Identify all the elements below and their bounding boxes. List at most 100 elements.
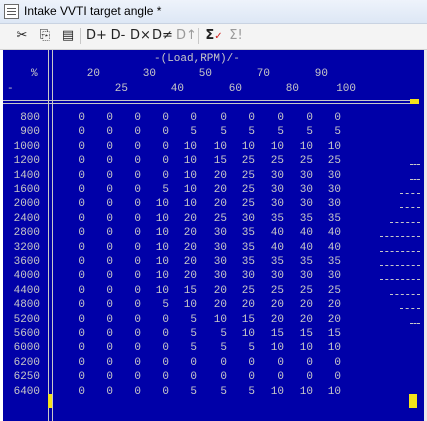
table-cell[interactable]: 25 [240, 285, 255, 298]
copy-icon[interactable]: ⎘ [35, 26, 55, 46]
table-cell[interactable]: 5 [182, 126, 197, 139]
table-cell[interactable]: 0 [154, 155, 169, 168]
table-cell[interactable]: 10 [154, 198, 169, 211]
table-cell[interactable]: 25 [240, 155, 255, 168]
table-cell[interactable]: 0 [298, 357, 313, 370]
table-cell[interactable]: 20 [212, 285, 227, 298]
table-cell[interactable]: 20 [212, 184, 227, 197]
table-cell[interactable]: 20 [326, 299, 341, 312]
table-cell[interactable]: 25 [212, 213, 227, 226]
table-cell[interactable]: 35 [298, 256, 313, 269]
table-cell[interactable]: 0 [126, 141, 141, 154]
table-cell[interactable]: 0 [298, 371, 313, 384]
table-cell[interactable]: 0 [154, 357, 169, 370]
table-cell[interactable]: 0 [126, 170, 141, 183]
table-cell[interactable]: 10 [269, 342, 284, 355]
table-cell[interactable]: 0 [240, 357, 255, 370]
table-cell[interactable]: 5 [154, 299, 169, 312]
table-cell[interactable]: 20 [240, 299, 255, 312]
table-cell[interactable]: 20 [298, 299, 313, 312]
table-cell[interactable]: 0 [240, 371, 255, 384]
table-cell[interactable]: 0 [326, 357, 341, 370]
table-cell[interactable]: 0 [154, 328, 169, 341]
table-cell[interactable]: 0 [126, 242, 141, 255]
table-cell[interactable]: 5 [212, 342, 227, 355]
table-cell[interactable]: 30 [269, 170, 284, 183]
table-cell[interactable]: 0 [212, 357, 227, 370]
table-cell[interactable]: 40 [326, 227, 341, 240]
table-cell[interactable]: 0 [70, 328, 85, 341]
table-cell[interactable]: 20 [269, 314, 284, 327]
table-cell[interactable]: 10 [298, 342, 313, 355]
table-cell[interactable]: 35 [269, 256, 284, 269]
table-cell[interactable]: 20 [182, 256, 197, 269]
table-cell[interactable]: 15 [182, 285, 197, 298]
table-cell[interactable]: 0 [98, 213, 113, 226]
table-cell[interactable]: 30 [269, 198, 284, 211]
table-cell[interactable]: 40 [298, 242, 313, 255]
table-cell[interactable]: 0 [98, 256, 113, 269]
table-cell[interactable]: 30 [326, 198, 341, 211]
table-cell[interactable]: 10 [154, 213, 169, 226]
table-cell[interactable]: 0 [182, 357, 197, 370]
table-cell[interactable]: 15 [269, 328, 284, 341]
table-cell[interactable]: 0 [70, 256, 85, 269]
table-cell[interactable]: 5 [182, 314, 197, 327]
table-cell[interactable]: 0 [98, 242, 113, 255]
table-cell[interactable]: 25 [240, 184, 255, 197]
table-cell[interactable]: 0 [182, 371, 197, 384]
table-cell[interactable]: 30 [212, 270, 227, 283]
scroll-marker[interactable] [410, 99, 419, 104]
table-cell[interactable]: 40 [269, 242, 284, 255]
table-cell[interactable]: 0 [70, 285, 85, 298]
table-cell[interactable]: 40 [298, 227, 313, 240]
table-cell[interactable]: 0 [70, 270, 85, 283]
table-cell[interactable]: 25 [269, 285, 284, 298]
table-cell[interactable]: 0 [126, 270, 141, 283]
table-cell[interactable]: 35 [269, 213, 284, 226]
table-cell[interactable]: 0 [70, 386, 85, 399]
delete-row-icon[interactable]: D- [108, 26, 128, 46]
table-cell[interactable]: 0 [126, 285, 141, 298]
paste-icon[interactable]: ▤ [58, 26, 78, 46]
table-cell[interactable]: 30 [212, 242, 227, 255]
table-cell[interactable]: 30 [326, 270, 341, 283]
table-cell[interactable]: 0 [98, 170, 113, 183]
table-cell[interactable]: 0 [70, 227, 85, 240]
table-cell[interactable]: 30 [298, 184, 313, 197]
table-cell[interactable]: 0 [70, 357, 85, 370]
table-cell[interactable]: 10 [182, 198, 197, 211]
table-cell[interactable]: 30 [212, 227, 227, 240]
table-cell[interactable]: 25 [298, 285, 313, 298]
table-cell[interactable]: 25 [298, 155, 313, 168]
table-cell[interactable]: 10 [298, 141, 313, 154]
table-cell[interactable]: 0 [98, 112, 113, 125]
table-cell[interactable]: 5 [212, 126, 227, 139]
table-cell[interactable]: 0 [154, 386, 169, 399]
table-cell[interactable]: 20 [212, 198, 227, 211]
insert-row-icon[interactable]: D+ [86, 26, 107, 46]
table-cell[interactable]: 0 [126, 184, 141, 197]
table-cell[interactable]: 30 [298, 198, 313, 211]
table-cell[interactable]: 0 [70, 371, 85, 384]
table-cell[interactable]: 0 [154, 112, 169, 125]
table-cell[interactable]: 0 [98, 270, 113, 283]
table-cell[interactable]: 10 [212, 141, 227, 154]
table-cell[interactable]: 0 [126, 155, 141, 168]
table-cell[interactable]: 0 [126, 386, 141, 399]
table-cell[interactable]: 35 [326, 256, 341, 269]
table-cell[interactable]: 20 [182, 227, 197, 240]
table-cell[interactable]: 5 [269, 126, 284, 139]
table-cell[interactable]: 0 [70, 299, 85, 312]
table-cell[interactable]: 0 [326, 112, 341, 125]
table-cell[interactable]: 30 [269, 184, 284, 197]
table-cell[interactable]: 35 [240, 256, 255, 269]
table-cell[interactable]: 0 [70, 314, 85, 327]
table-cell[interactable]: 0 [154, 126, 169, 139]
table-cell[interactable]: 0 [269, 112, 284, 125]
table-cell[interactable]: 10 [154, 227, 169, 240]
table-cell[interactable]: 35 [326, 213, 341, 226]
table-cell[interactable]: 20 [212, 170, 227, 183]
delete-col-icon[interactable]: D≠ [152, 26, 173, 46]
table-cell[interactable]: 10 [154, 256, 169, 269]
